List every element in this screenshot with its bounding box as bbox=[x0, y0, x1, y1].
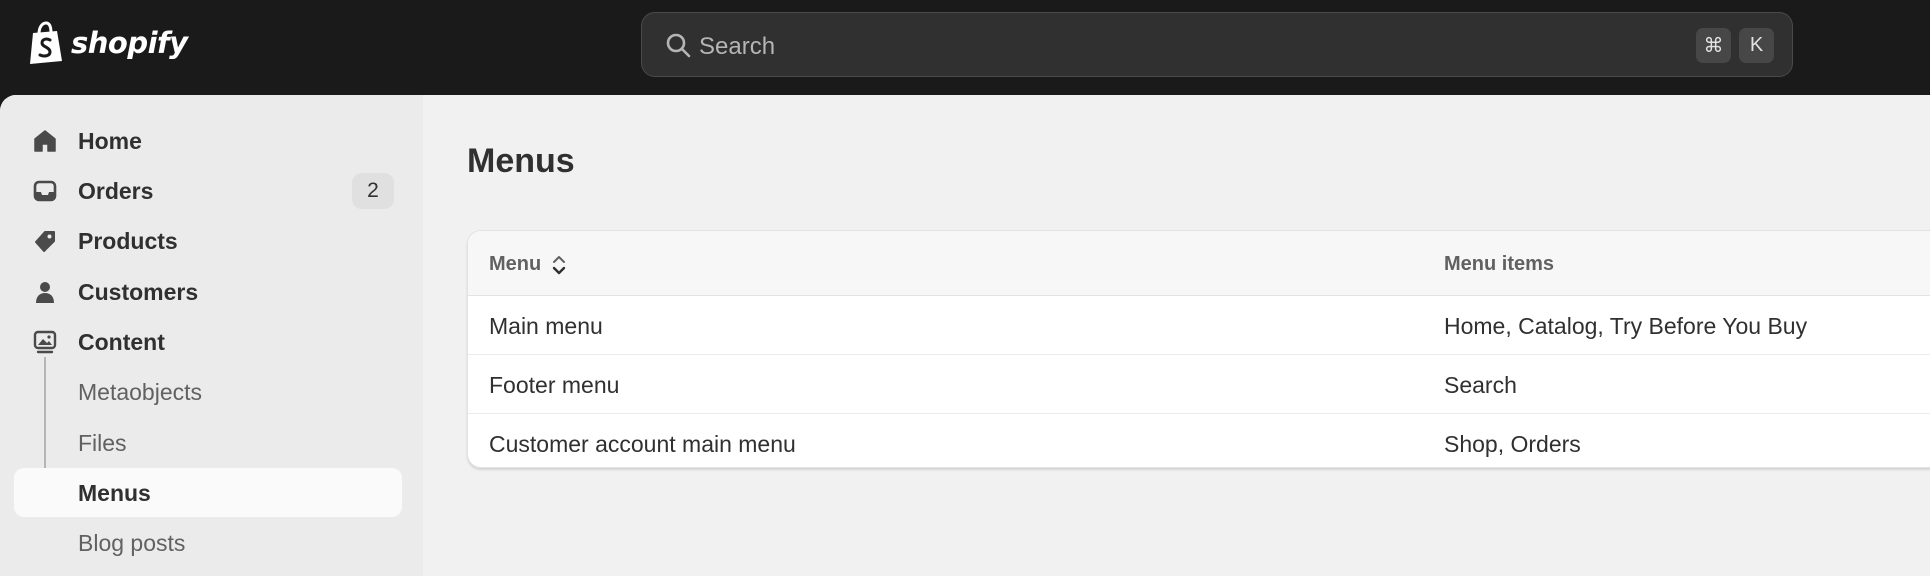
sidebar-item-label: Metaobjects bbox=[78, 379, 203, 405]
sidebar-item-label: Menus bbox=[78, 480, 151, 506]
tag-icon bbox=[35, 231, 55, 252]
sidebar-item-label: Customers bbox=[78, 279, 199, 305]
menu-items-cell: Shop, Orders bbox=[1444, 431, 1581, 457]
column-header-label: Menu items bbox=[1444, 253, 1555, 275]
sidebar-item-files[interactable]: Files bbox=[14, 418, 402, 467]
inbox-icon bbox=[33, 180, 57, 202]
search-input[interactable]: Search bbox=[699, 33, 775, 61]
main-content: Menus Menu Menu items Main menu Home, Ca… bbox=[423, 95, 1930, 576]
orders-count-badge: 2 bbox=[352, 173, 394, 209]
sidebar-item-customers[interactable]: Customers bbox=[14, 267, 402, 316]
menus-table: Menu Menu items Main menu Home, Catalog,… bbox=[467, 230, 1930, 468]
sidebar-item-label: Files bbox=[78, 430, 127, 456]
table-row[interactable]: Customer account main menu Shop, Orders bbox=[468, 414, 1930, 467]
shortcut-k-key: K bbox=[1739, 28, 1774, 63]
sort-icon bbox=[553, 255, 566, 274]
sidebar: Home Orders 2 Products Customers Content… bbox=[0, 95, 423, 576]
search-icon bbox=[666, 33, 691, 58]
app-frame: Home Orders 2 Products Customers Content… bbox=[0, 95, 1930, 576]
image-content-icon bbox=[33, 330, 57, 354]
menu-items-cell: Home, Catalog, Try Before You Buy bbox=[1444, 313, 1808, 339]
sidebar-item-home[interactable]: Home bbox=[14, 116, 402, 165]
menu-name-cell[interactable]: Customer account main menu bbox=[489, 431, 796, 458]
menu-items-cell: Search bbox=[1444, 372, 1517, 398]
sidebar-item-label: Home bbox=[78, 128, 142, 154]
menu-name-cell[interactable]: Footer menu bbox=[489, 372, 619, 399]
top-bar: shopify Search ⌘ K bbox=[0, 0, 1930, 96]
shopify-logo[interactable]: shopify bbox=[27, 20, 188, 66]
column-header-label: Menu bbox=[489, 253, 542, 275]
table-header: Menu Menu items bbox=[468, 231, 1930, 296]
shortcut-cmd-key: ⌘ bbox=[1696, 28, 1731, 63]
sidebar-item-orders[interactable]: Orders 2 bbox=[14, 166, 402, 215]
sidebar-item-label: Blog posts bbox=[78, 530, 186, 556]
sidebar-item-label: Products bbox=[78, 228, 178, 254]
sidebar-item-label: Content bbox=[78, 329, 165, 355]
sidebar-item-content[interactable]: Content bbox=[14, 317, 402, 366]
brand-name: shopify bbox=[71, 26, 188, 60]
menu-name-cell[interactable]: Main menu bbox=[489, 313, 603, 340]
column-header-menu[interactable]: Menu bbox=[489, 253, 567, 276]
sidebar-item-products[interactable]: Products bbox=[14, 216, 402, 265]
sidebar-item-blog-posts[interactable]: Blog posts bbox=[14, 518, 402, 567]
sidebar-item-metaobjects[interactable]: Metaobjects bbox=[14, 367, 402, 416]
table-row[interactable]: Footer menu Search bbox=[468, 355, 1930, 414]
sidebar-item-label: Orders bbox=[78, 178, 154, 204]
column-header-menu-items: Menu items bbox=[1444, 253, 1554, 276]
table-row[interactable]: Main menu Home, Catalog, Try Before You … bbox=[468, 296, 1930, 355]
sidebar-item-menus[interactable]: Menus bbox=[14, 468, 402, 517]
shopify-bag-icon bbox=[30, 21, 62, 64]
search-bar[interactable]: Search ⌘ K bbox=[641, 12, 1793, 77]
page-title: Menus bbox=[467, 142, 575, 180]
home-icon bbox=[34, 130, 56, 152]
person-icon bbox=[36, 282, 54, 303]
